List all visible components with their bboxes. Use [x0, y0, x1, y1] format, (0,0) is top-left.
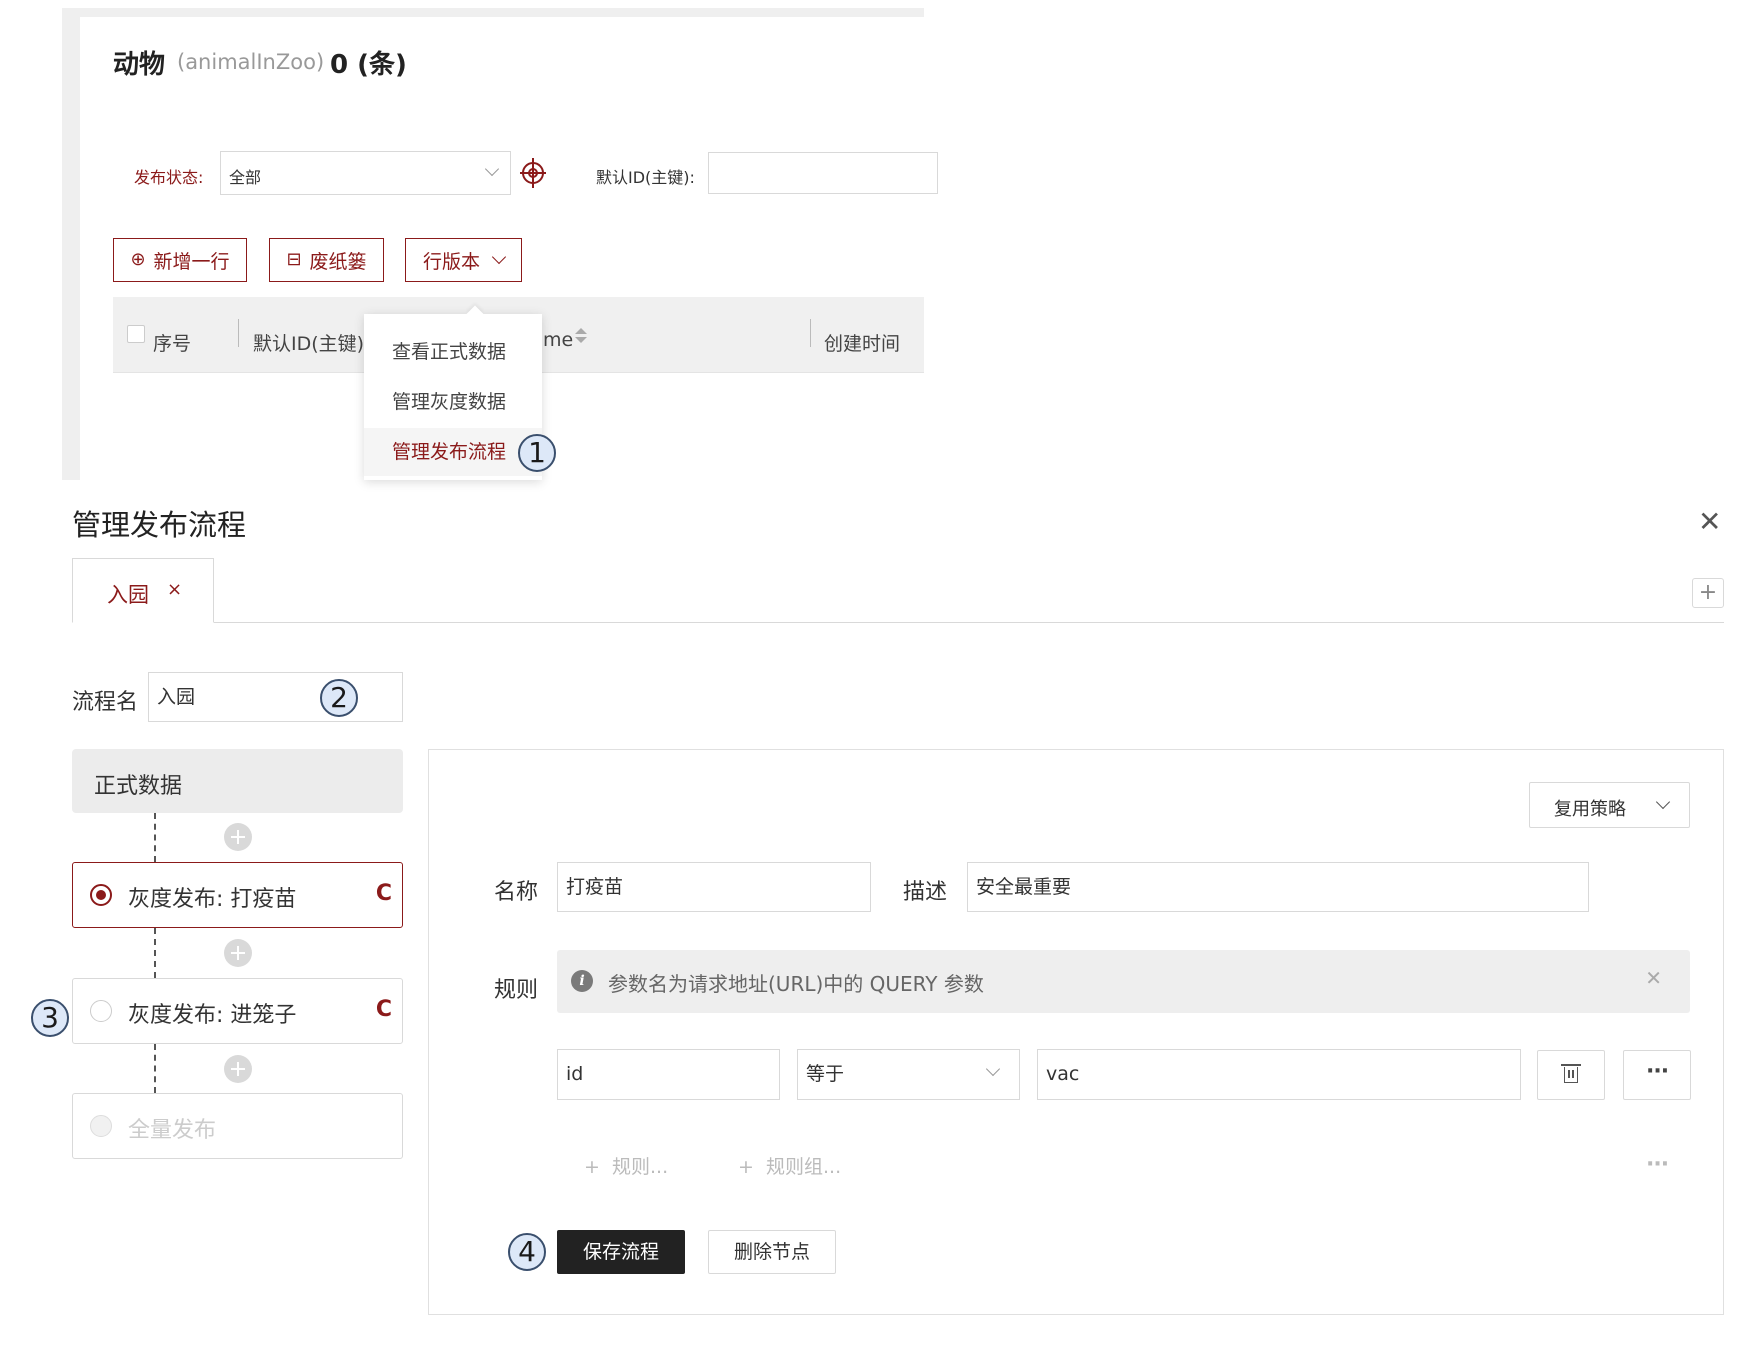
- plus-icon: +: [584, 1156, 612, 1178]
- rule-param-input[interactable]: id: [557, 1049, 780, 1100]
- menu-item-manage-gray-data[interactable]: 管理灰度数据: [364, 378, 542, 426]
- rule-more-button[interactable]: ···: [1623, 1050, 1691, 1100]
- flow-node-full-release: 全量发布: [72, 1093, 403, 1159]
- add-node-icon[interactable]: [224, 823, 252, 851]
- callout-1: 1: [518, 434, 556, 472]
- column-divider: [238, 319, 239, 347]
- flow-connector: [154, 1044, 156, 1093]
- rule-value-input[interactable]: vac: [1037, 1049, 1521, 1100]
- tab-label: 入园: [107, 583, 149, 607]
- tab-close-icon[interactable]: ×: [167, 579, 182, 600]
- model-name: (animalInZoo): [177, 50, 325, 74]
- reuse-strategy-button[interactable]: 复用策略: [1529, 782, 1690, 828]
- flow-node-gray-vaccinate[interactable]: 灰度发布: 打疫苗 C: [72, 862, 403, 928]
- sort-desc-icon[interactable]: [575, 337, 587, 343]
- add-node-icon[interactable]: [224, 939, 252, 967]
- flow-node-formal-data[interactable]: 正式数据: [72, 749, 403, 813]
- flow-name-input[interactable]: 入园: [148, 672, 403, 722]
- flow-node-label: 灰度发布: 进笼子: [128, 1003, 297, 1028]
- more-icon: ···: [1646, 1059, 1669, 1084]
- add-rule-link[interactable]: + 规则...: [584, 1152, 668, 1179]
- page-title: 动物: [113, 50, 166, 80]
- rules-label: 规则: [494, 978, 539, 1003]
- delete-node-button[interactable]: 删除节点: [708, 1230, 836, 1274]
- chevron-down-icon: [491, 249, 507, 265]
- flow-node-label: 灰度发布: 打疫苗: [128, 887, 297, 912]
- column-header-index[interactable]: 序号: [153, 329, 191, 356]
- save-flow-button[interactable]: 保存流程: [557, 1230, 685, 1274]
- status-filter-label: 发布状态:: [134, 168, 204, 187]
- delete-rule-button[interactable]: [1537, 1050, 1605, 1100]
- trash-button[interactable]: ⊟ 废纸篓: [269, 238, 384, 282]
- row-version-menu: 查看正式数据 管理灰度数据 管理发布流程: [364, 305, 542, 480]
- rule-operator-value: 等于: [806, 1063, 845, 1085]
- select-all-checkbox[interactable]: [127, 325, 145, 343]
- row-version-label: 行版本: [422, 250, 480, 273]
- node-radio[interactable]: [90, 1000, 112, 1022]
- add-rule-group-link[interactable]: + 规则组...: [738, 1152, 841, 1179]
- rule-operator-select[interactable]: 等于: [797, 1049, 1020, 1100]
- rules-info-alert: i 参数名为请求地址(URL)中的 QUERY 参数 ✕: [557, 950, 1690, 1013]
- archive-icon: ⊟: [286, 249, 302, 270]
- sort-asc-icon[interactable]: [575, 328, 587, 334]
- more-icon[interactable]: ···: [1646, 1152, 1669, 1177]
- add-row-button[interactable]: ⊕ 新增一行: [113, 238, 247, 282]
- node-badge: C: [375, 997, 392, 1022]
- column-header-name[interactable]: me: [543, 329, 573, 351]
- add-row-label: 新增一行: [153, 250, 230, 273]
- trash-label: 废纸篓: [309, 250, 367, 273]
- add-tab-icon[interactable]: +: [1692, 578, 1724, 608]
- node-badge: C: [375, 881, 392, 906]
- chevron-down-icon: [1655, 794, 1671, 810]
- id-filter-input[interactable]: [708, 152, 938, 194]
- trash-icon: [1561, 1064, 1581, 1083]
- flow-node-label: 全量发布: [128, 1118, 217, 1143]
- close-icon[interactable]: ✕: [1645, 966, 1662, 990]
- callout-3: 3: [31, 999, 69, 1037]
- chevron-down-icon: [985, 1061, 1001, 1077]
- rules-hint-text: 参数名为请求地址(URL)中的 QUERY 参数: [608, 972, 984, 996]
- drawer-title: 管理发布流程: [72, 508, 247, 542]
- id-filter-label: 默认ID(主键):: [596, 168, 695, 187]
- flow-node-label: 正式数据: [94, 774, 183, 799]
- node-desc-label: 描述: [903, 880, 948, 905]
- column-header-id[interactable]: 默认ID(主键): [253, 329, 364, 356]
- callout-4: 4: [508, 1233, 546, 1271]
- column-divider: [810, 319, 811, 347]
- node-radio[interactable]: [90, 884, 112, 906]
- plus-circle-icon: ⊕: [130, 249, 146, 270]
- add-node-icon[interactable]: [224, 1055, 252, 1083]
- node-name-input[interactable]: 打疫苗: [557, 862, 871, 912]
- reuse-strategy-label: 复用策略: [1554, 799, 1626, 820]
- plus-icon: +: [738, 1156, 766, 1178]
- flow-connector: [154, 928, 156, 978]
- menu-item-manage-release-flow[interactable]: 管理发布流程: [364, 428, 542, 476]
- tab-flow[interactable]: 入园 ×: [72, 558, 214, 623]
- menu-item-view-formal-data[interactable]: 查看正式数据: [364, 328, 542, 376]
- node-radio: [90, 1115, 112, 1137]
- info-icon: i: [571, 970, 593, 992]
- status-filter-select[interactable]: 全部: [220, 151, 511, 195]
- add-rule-group-label: 规则组...: [766, 1156, 842, 1178]
- record-count: 0 (条): [330, 50, 407, 80]
- callout-2: 2: [320, 679, 358, 717]
- flow-node-gray-cage[interactable]: 灰度发布: 进笼子 C: [72, 978, 403, 1044]
- tab-bar-divider: [72, 622, 1724, 623]
- column-header-created-time[interactable]: 创建时间: [824, 329, 900, 356]
- row-version-button[interactable]: 行版本: [405, 238, 522, 282]
- node-desc-input[interactable]: 安全最重要: [967, 862, 1589, 912]
- status-filter-value: 全部: [229, 168, 262, 187]
- node-name-label: 名称: [494, 880, 539, 905]
- chevron-down-icon: [484, 161, 500, 177]
- flow-name-label: 流程名: [72, 690, 139, 715]
- add-rule-label: 规则...: [612, 1156, 669, 1178]
- close-icon[interactable]: ✕: [1698, 508, 1721, 536]
- flow-connector: [154, 813, 156, 862]
